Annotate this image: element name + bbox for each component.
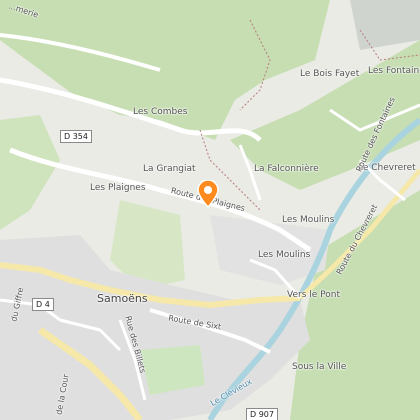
map-canvas: [0, 0, 420, 420]
place-label-vers-le-pont: Vers le Pont: [287, 290, 340, 300]
place-label-la-falconniere: La Falconnière: [254, 164, 319, 174]
place-label-le-chevreret: Le Chevreret: [358, 163, 416, 173]
road-shield-d354: D 354: [60, 130, 92, 143]
place-label-les-combes: Les Combes: [133, 107, 188, 117]
road-shield-d907: D 907: [246, 408, 278, 420]
place-label-les-plaignes: Les Plaignes: [90, 183, 146, 193]
place-label-les-moulins-north: Les Moulins: [282, 215, 335, 225]
place-label-les-fontaines: Les Fontaines: [368, 66, 420, 76]
place-label-la-grangiat: La Grangiat: [143, 164, 196, 174]
map-view[interactable]: Les Combes Le Bois Fayet Les Fontaines L…: [0, 0, 420, 420]
place-label-sous-la-ville: Sous la Ville: [292, 362, 347, 372]
map-pin-icon[interactable]: [196, 180, 220, 208]
place-label-les-moulins-south: Les Moulins: [258, 250, 311, 260]
place-label-le-bois-fayet: Le Bois Fayet: [300, 69, 360, 79]
place-label-samoens: Samoëns: [97, 292, 148, 305]
road-shield-d4: D 4: [32, 298, 54, 311]
